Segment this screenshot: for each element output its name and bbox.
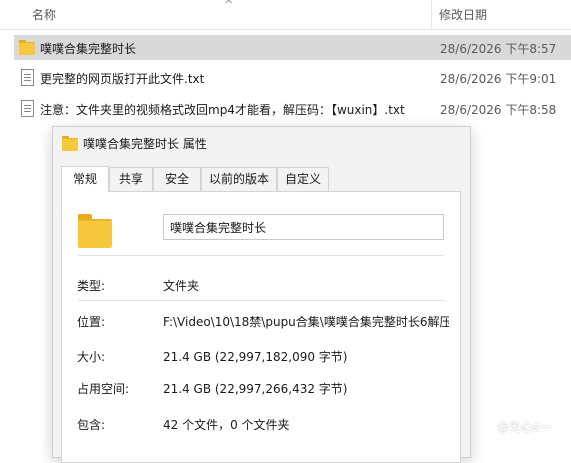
column-divider[interactable] — [431, 0, 432, 29]
file-row-folder[interactable]: 噗噗合集完整时长 28/6/2026 下午8:57 — [14, 35, 571, 60]
folder-icon — [61, 135, 79, 151]
file-date: 28/6/2026 下午8:58 — [440, 103, 557, 117]
tab-general[interactable]: 常规 — [61, 166, 109, 192]
file-name: 更完整的网页版打开此文件.txt — [40, 72, 205, 86]
tab-customize[interactable]: 自定义 — [277, 167, 329, 191]
size-on-disk-value: 21.4 GB (22,997,266,432 字节) — [163, 382, 348, 396]
properties-dialog: 噗噗合集完整时长 属性 常规 共享 安全 以前的版本 自定义 噗噗合集完整时长 … — [52, 126, 471, 463]
file-name: 噗噗合集完整时长 — [40, 42, 137, 56]
tab-previous-versions[interactable]: 以前的版本 — [201, 167, 277, 191]
file-date: 28/6/2026 下午8:57 — [440, 42, 557, 56]
size-label: 大小: — [77, 350, 106, 364]
location-value: F:\Video\10\18禁\pupu合集\噗噗合集完整时长6解压 — [163, 315, 449, 329]
type-value: 文件夹 — [163, 279, 200, 293]
dialog-title: 噗噗合集完整时长 属性 — [83, 137, 207, 151]
type-label: 类型: — [77, 279, 106, 293]
file-row-txt-1[interactable]: 更完整的网页版打开此文件.txt 28/6/2026 下午9:01 — [14, 65, 571, 90]
file-name: 注意：文件夹里的视频格式改回mp4才能看，解压码：【wuxin】.txt — [40, 103, 405, 117]
contains-label: 包含: — [77, 418, 106, 432]
divider — [78, 300, 444, 301]
size-on-disk-label: 占用空间: — [77, 382, 130, 396]
sort-ascending-icon: ^ — [224, 0, 234, 11]
size-value: 21.4 GB (22,997,182,090 字节) — [163, 350, 348, 364]
watermark: @无心s一 — [497, 420, 552, 434]
contains-value: 42 个文件，0 个文件夹 — [163, 418, 290, 432]
text-file-icon — [18, 69, 36, 86]
column-header-name[interactable]: 名称 — [32, 6, 56, 23]
folder-icon — [78, 214, 114, 248]
column-header-date[interactable]: 修改日期 — [439, 6, 487, 23]
folder-name-input[interactable]: 噗噗合集完整时长 — [163, 214, 444, 240]
folder-icon — [18, 39, 36, 55]
tab-security[interactable]: 安全 — [153, 167, 201, 191]
dialog-titlebar[interactable]: 噗噗合集完整时长 属性 — [53, 127, 470, 158]
column-header: 名称 ^ 修改日期 — [0, 0, 571, 30]
file-row-txt-2[interactable]: 注意：文件夹里的视频格式改回mp4才能看，解压码：【wuxin】.txt 28/… — [14, 96, 571, 121]
location-label: 位置: — [77, 315, 106, 329]
text-file-icon — [18, 100, 36, 117]
file-date: 28/6/2026 下午9:01 — [440, 72, 557, 86]
tab-sharing[interactable]: 共享 — [109, 167, 153, 191]
divider — [78, 255, 444, 256]
general-panel: 噗噗合集完整时长 类型: 文件夹 位置: F:\Video\10\18禁\pup… — [61, 191, 461, 463]
